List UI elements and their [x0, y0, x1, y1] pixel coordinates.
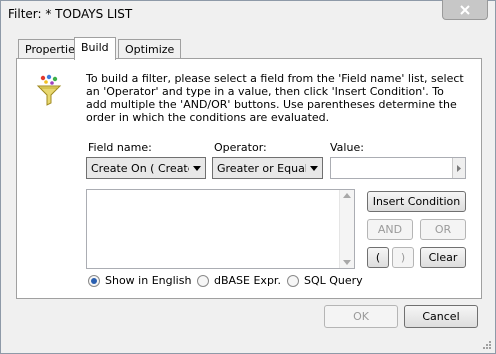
filter-funnel-icon: [36, 74, 62, 109]
or-button[interactable]: OR: [420, 219, 466, 240]
open-paren-button[interactable]: (: [367, 247, 389, 268]
close-button[interactable]: [442, 0, 488, 20]
value-picker-button[interactable]: [452, 158, 465, 178]
window-title: Filter: * TODAYS LIST: [8, 7, 133, 21]
chevron-down-icon: [189, 165, 205, 171]
radio-sql-query[interactable]: SQL Query: [287, 274, 363, 287]
field-name-label: Field name:: [88, 141, 152, 154]
value-input[interactable]: [330, 157, 466, 179]
close-paren-button[interactable]: ): [392, 247, 414, 268]
radio-checked-icon: [88, 274, 100, 287]
close-icon: [460, 4, 470, 15]
radio-dbase-expr[interactable]: dBASE Expr.: [197, 274, 281, 287]
insert-condition-button[interactable]: Insert Condition: [367, 191, 466, 212]
and-button[interactable]: AND: [367, 219, 413, 240]
field-name-select[interactable]: Create On ( Createo: [86, 157, 206, 179]
condition-scrollbar[interactable]: [339, 190, 354, 268]
operator-label: Operator:: [214, 141, 267, 154]
radio-unchecked-icon: [287, 274, 299, 287]
scroll-down-icon[interactable]: [343, 260, 351, 265]
chevron-down-icon: [306, 165, 322, 171]
ok-button[interactable]: OK: [324, 305, 398, 328]
cancel-button[interactable]: Cancel: [404, 305, 478, 328]
resize-grip-icon[interactable]: [480, 340, 492, 352]
build-instructions: To build a filter, please select a field…: [86, 72, 464, 124]
condition-text-area[interactable]: [86, 189, 355, 269]
value-label: Value:: [330, 141, 364, 154]
tab-optimize[interactable]: Optimize: [118, 39, 182, 59]
radio-unchecked-icon: [197, 274, 209, 287]
tab-build[interactable]: Build: [74, 37, 116, 60]
operator-select[interactable]: Greater or Equal: [212, 157, 323, 179]
radio-show-in-english[interactable]: Show in English: [88, 274, 191, 287]
chevron-right-icon: [457, 164, 461, 172]
clear-button[interactable]: Clear: [420, 247, 466, 268]
scroll-up-icon[interactable]: [343, 193, 351, 198]
